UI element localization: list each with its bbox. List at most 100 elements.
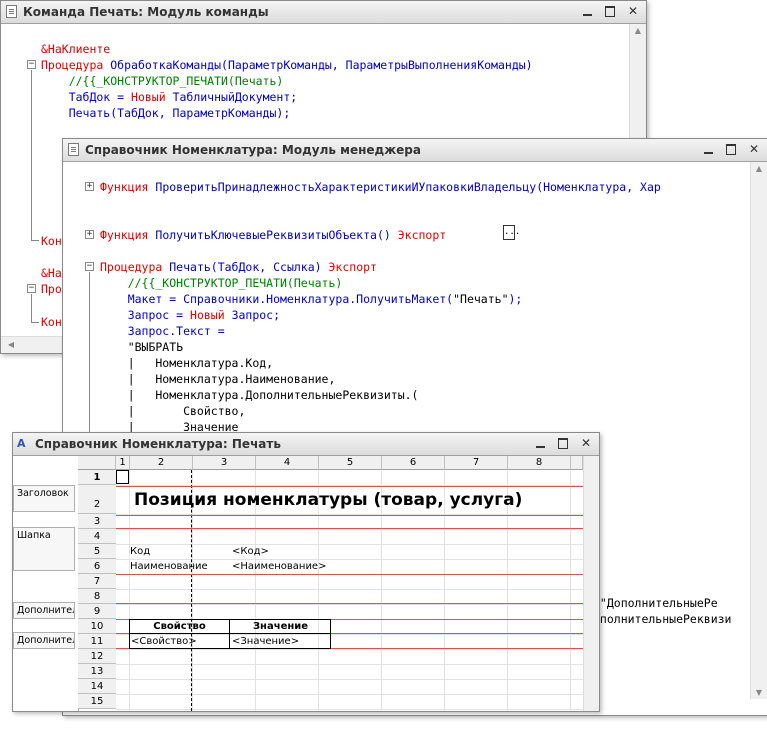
cell-area[interactable]: Позиция номенклатуры (товар, услуга) Код… — [116, 470, 583, 711]
row-header[interactable]: 7 — [78, 574, 116, 589]
code-line[interactable] — [100, 211, 661, 227]
collapse-icon[interactable]: − — [85, 262, 94, 271]
naim-label: Наименование — [130, 561, 208, 572]
code-token: ОбработкаКоманды(ПараметрКоманды, Параме… — [110, 58, 533, 72]
code-token: "Печать" — [453, 292, 509, 306]
code-line[interactable]: Процедура Печать(ТабДок, Ссылка) Экспорт — [100, 259, 661, 275]
column-header[interactable]: 1 — [116, 456, 130, 470]
code-token: | Номенклатура.Код, — [100, 356, 274, 370]
vertical-scrollbar[interactable] — [583, 456, 599, 711]
maximize-icon[interactable] — [724, 142, 738, 156]
spreadsheet-grid[interactable]: Заголовок Шапка Дополнител Дополнител 1 … — [13, 456, 599, 711]
minimize-icon[interactable] — [580, 4, 594, 18]
code-token: Запрос.Текст = — [100, 324, 225, 338]
group-dop2[interactable]: Дополнител — [13, 632, 75, 649]
code-token: Запрос; — [231, 308, 281, 322]
selected-cell[interactable] — [116, 470, 129, 484]
code-line[interactable]: Запрос = Новый Запрос; — [100, 307, 661, 323]
svoistvo-param: <Свойство> — [131, 636, 197, 647]
code-line[interactable] — [100, 195, 661, 211]
code-line[interactable] — [100, 243, 661, 259]
row-header[interactable]: 15 — [78, 694, 116, 709]
spreadsheet-icon: A — [17, 437, 26, 450]
group-shapka[interactable]: Шапка — [13, 527, 75, 571]
table-header-svoistvo: Свойство — [153, 621, 206, 632]
code-line[interactable]: Запрос.Текст = — [100, 323, 661, 339]
window-titlebar[interactable]: Команда Печать: Модуль команды ✕ — [1, 1, 646, 24]
group-dop1[interactable]: Дополнител — [13, 602, 75, 619]
code-token: Печать(ТабДок, Ссылка) — [169, 260, 329, 274]
code-token: Экспорт — [328, 260, 377, 274]
window-print-form[interactable]: A Справочник Номенклатура: Печать ✕ Заго… — [12, 432, 600, 712]
code-line[interactable]: | Номенклатура.Код, — [100, 355, 661, 371]
row-header[interactable]: 14 — [78, 679, 116, 694]
row-header[interactable]: 11 — [78, 634, 116, 649]
kod-param: <Код> — [232, 546, 269, 557]
column-header[interactable]: 6 — [382, 456, 445, 470]
window-title: Команда Печать: Модуль команды — [23, 5, 269, 19]
maximize-icon[interactable] — [603, 4, 617, 18]
code-line[interactable]: "ВЫБРАТЬ — [100, 339, 661, 355]
code-token: Экспорт — [397, 228, 447, 242]
code-token: Функция — [100, 228, 156, 242]
window-titlebar[interactable]: A Справочник Номенклатура: Печать ✕ — [13, 433, 599, 456]
row-header[interactable]: 13 — [78, 664, 116, 679]
column-header[interactable]: 2 — [130, 456, 193, 470]
kod-label: Код — [130, 546, 151, 557]
code-token: ПроверитьПринадлежностьХарактеристикиИУп… — [155, 180, 661, 194]
code-token: Новый — [190, 308, 232, 322]
vertical-scrollbar[interactable]: ▲ ▼ — [750, 162, 767, 699]
code-token: //{{_КОНСТРУКТОР_ПЕЧАТИ(Печать) — [100, 276, 343, 290]
close-icon[interactable]: ✕ — [626, 4, 640, 18]
code-fragment: Кон — [41, 315, 62, 329]
code-line[interactable]: | Свойство, — [100, 403, 661, 419]
code-line[interactable]: Функция ПроверитьПринадлежностьХарактери… — [100, 179, 661, 195]
row-header[interactable]: 9 — [78, 604, 116, 619]
row-header[interactable]: 4 — [78, 529, 116, 544]
document-icon — [6, 5, 17, 18]
code-token: //{{_КОНСТРУКТОР_ПЕЧАТИ(Печать) — [41, 74, 284, 88]
code-token: ТабличныйДокумент; — [172, 90, 298, 104]
column-header[interactable]: 5 — [319, 456, 382, 470]
collapsed-block-ellipsis[interactable]: ... — [503, 225, 520, 240]
column-header[interactable]: 7 — [445, 456, 508, 470]
group-zagolovok[interactable]: Заголовок — [13, 485, 75, 512]
minimize-icon[interactable] — [701, 142, 715, 156]
code-line[interactable]: //{{_КОНСТРУКТОР_ПЕЧАТИ(Печать) — [41, 73, 533, 89]
code-line[interactable]: Процедура ОбработкаКоманды(ПараметрКоман… — [41, 57, 533, 73]
code-line[interactable]: Макет = Справочники.Номенклатура.Получит… — [100, 291, 661, 307]
code-line[interactable]: | Номенклатура.ДополнительныеРеквизиты.( — [100, 387, 661, 403]
column-header[interactable]: 3 — [193, 456, 256, 470]
collapse-icon[interactable]: − — [27, 284, 36, 293]
collapse-icon[interactable]: − — [27, 60, 36, 69]
code-line[interactable]: &НаКлиенте — [41, 41, 533, 57]
expand-icon[interactable]: + — [85, 230, 94, 239]
column-header[interactable]: 4 — [256, 456, 319, 470]
row-header[interactable]: 10 — [78, 619, 116, 634]
code-line[interactable]: Печать(ТабДок, ПараметрКоманды); — [41, 105, 533, 121]
maximize-icon[interactable] — [556, 436, 570, 450]
row-header[interactable]: 8 — [78, 589, 116, 604]
close-icon[interactable]: ✕ — [747, 142, 761, 156]
code-line[interactable]: Функция ПолучитьКлючевыеРеквизитыОбъекта… — [100, 227, 661, 243]
code-line[interactable]: //{{_КОНСТРУКТОР_ПЕЧАТИ(Печать) — [100, 275, 661, 291]
close-icon[interactable]: ✕ — [579, 436, 593, 450]
row-header[interactable]: 1 — [78, 470, 116, 485]
column-header[interactable]: 8 — [508, 456, 571, 470]
window-titlebar[interactable]: Справочник Номенклатура: Модуль менеджер… — [63, 139, 767, 162]
row-header[interactable]: 6 — [78, 559, 116, 574]
code-editor[interactable]: Функция ПроверитьПринадлежностьХарактери… — [100, 179, 661, 435]
znachenie-param: <Значение> — [232, 636, 300, 647]
code-token: "ВЫБРАТЬ — [100, 340, 184, 354]
row-header[interactable]: 12 — [78, 649, 116, 664]
minimize-icon[interactable] — [533, 436, 547, 450]
code-line[interactable]: | Номенклатура.Наименование, — [100, 371, 661, 387]
row-header[interactable]: 5 — [78, 544, 116, 559]
expand-icon[interactable]: + — [85, 182, 94, 191]
row-header[interactable]: 3 — [78, 514, 116, 529]
code-editor[interactable]: &НаКлиенте Процедура ОбработкаКоманды(Пар… — [41, 41, 533, 121]
code-token: | Свойство, — [100, 404, 246, 418]
row-header[interactable]: 2 — [78, 485, 116, 514]
code-token: Запрос = — [100, 308, 191, 322]
code-line[interactable]: ТабДок = Новый ТабличныйДокумент; — [41, 89, 533, 105]
